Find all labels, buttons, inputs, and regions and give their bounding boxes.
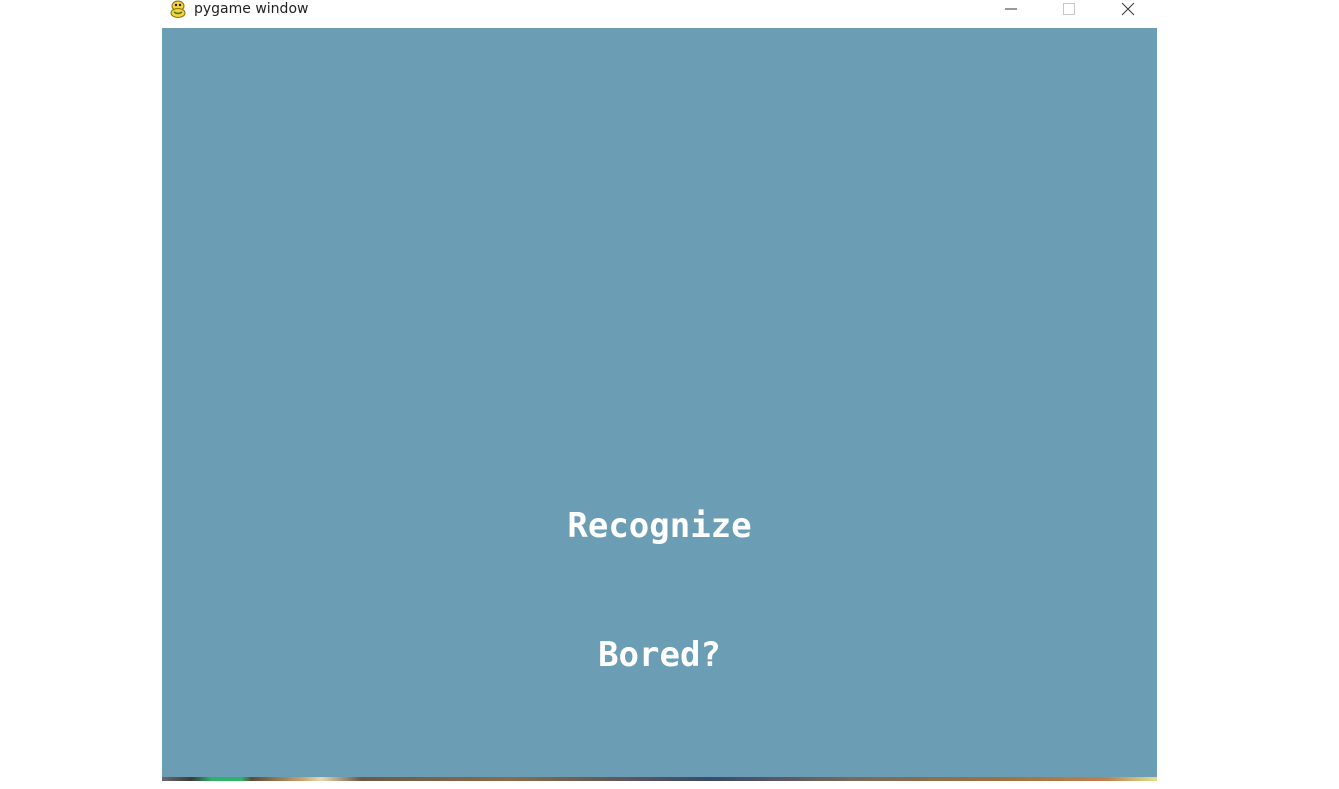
bored-button[interactable]: Bored? bbox=[162, 635, 1157, 675]
game-canvas[interactable]: Recognize Bored? bbox=[162, 28, 1157, 777]
minimize-button[interactable] bbox=[988, 0, 1034, 18]
desktop: pygame window Recognize Bored? bbox=[0, 0, 1339, 789]
maximize-button[interactable] bbox=[1046, 0, 1092, 18]
window-title: pygame window bbox=[194, 1, 309, 17]
recognize-button[interactable]: Recognize bbox=[162, 506, 1157, 546]
pygame-window: pygame window Recognize Bored? bbox=[162, 0, 1157, 781]
close-button[interactable] bbox=[1105, 0, 1151, 18]
taskbar-peek-strip bbox=[162, 777, 1157, 781]
pygame-snake-icon bbox=[169, 0, 187, 18]
title-bar[interactable]: pygame window bbox=[162, 0, 1157, 28]
